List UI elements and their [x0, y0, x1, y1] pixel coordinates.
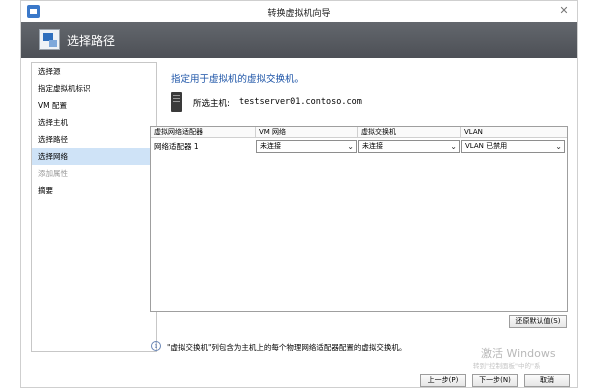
previous-button[interactable]: 上一步(P): [420, 374, 466, 387]
chevron-down-icon[interactable]: ⌄: [450, 141, 457, 152]
grid-header: 虚拟网络适配器 VM 网络 虚拟交换机 VLAN: [151, 127, 567, 138]
nav-item-select-host[interactable]: 选择主机: [32, 114, 156, 131]
info-icon: i: [151, 341, 161, 351]
window-title: 转换虚拟机向导: [267, 9, 331, 19]
network-adapter-grid: 虚拟网络适配器 VM 网络 虚拟交换机 VLAN 网络适配器 1 未连接 ⌄ 未…: [150, 126, 568, 312]
column-header-vlan[interactable]: VLAN: [461, 127, 567, 138]
virtual-switch-value: 未连接: [362, 142, 383, 150]
vm-network-value: 未连接: [260, 142, 281, 150]
chevron-down-icon[interactable]: ⌄: [555, 141, 562, 152]
reset-defaults-button[interactable]: 还原默认值(S): [509, 315, 567, 328]
cancel-button[interactable]: 取消: [524, 374, 570, 387]
nav-item-select-source[interactable]: 选择源: [32, 63, 156, 80]
activation-watermark-title: 激活 Windows: [481, 347, 556, 360]
info-text: "虚拟交换机"列包含为主机上的每个物理网络适配器配置的虚拟交换机。: [167, 343, 407, 352]
server-icon: [171, 92, 182, 112]
nav-item-summary[interactable]: 摘要: [32, 182, 156, 199]
host-value: testserver01.contoso.com: [239, 97, 362, 107]
host-label: 所选主机:: [193, 99, 230, 109]
title-bar: 转换虚拟机向导 ✕: [21, 1, 577, 22]
chevron-down-icon[interactable]: ⌄: [347, 141, 354, 152]
vlan-value: VLAN 已禁用: [465, 142, 508, 150]
next-button[interactable]: 下一步(N): [472, 374, 518, 387]
wizard-banner: 选择路径: [21, 22, 577, 58]
wizard-window: 转换虚拟机向导 ✕ 选择路径 选择源 指定虚拟机标识 VM 配置 选择主机 选择…: [20, 0, 578, 388]
instruction-text: 指定用于虚拟机的虚拟交换机。: [171, 74, 305, 85]
nav-item-select-network[interactable]: 选择网络: [32, 148, 156, 165]
wizard-banner-icon: [39, 29, 60, 50]
virtual-switch-select[interactable]: 未连接 ⌄: [358, 140, 460, 153]
vm-network-select[interactable]: 未连接 ⌄: [256, 140, 357, 153]
adapter-name-cell: 网络适配器 1: [154, 142, 199, 151]
page-title: 选择路径: [67, 34, 116, 48]
vlan-select[interactable]: VLAN 已禁用 ⌄: [461, 140, 565, 153]
nav-item-vm-identity[interactable]: 指定虚拟机标识: [32, 80, 156, 97]
nav-item-add-properties: 添加属性: [38, 169, 68, 178]
nav-item-vm-config[interactable]: VM 配置: [32, 97, 156, 114]
column-header-vm-network[interactable]: VM 网络: [256, 127, 358, 138]
wizard-steps-nav: 选择源 指定虚拟机标识 VM 配置 选择主机 选择路径 选择网络 添加属性 摘要: [31, 62, 157, 352]
close-icon[interactable]: ✕: [557, 4, 571, 18]
activation-watermark-hint: 转到"控制面板"中的"系: [473, 362, 541, 370]
column-header-virtual-switch[interactable]: 虚拟交换机: [358, 127, 461, 138]
column-header-adapter[interactable]: 虚拟网络适配器: [151, 127, 256, 138]
nav-item-select-path[interactable]: 选择路径: [32, 131, 156, 148]
